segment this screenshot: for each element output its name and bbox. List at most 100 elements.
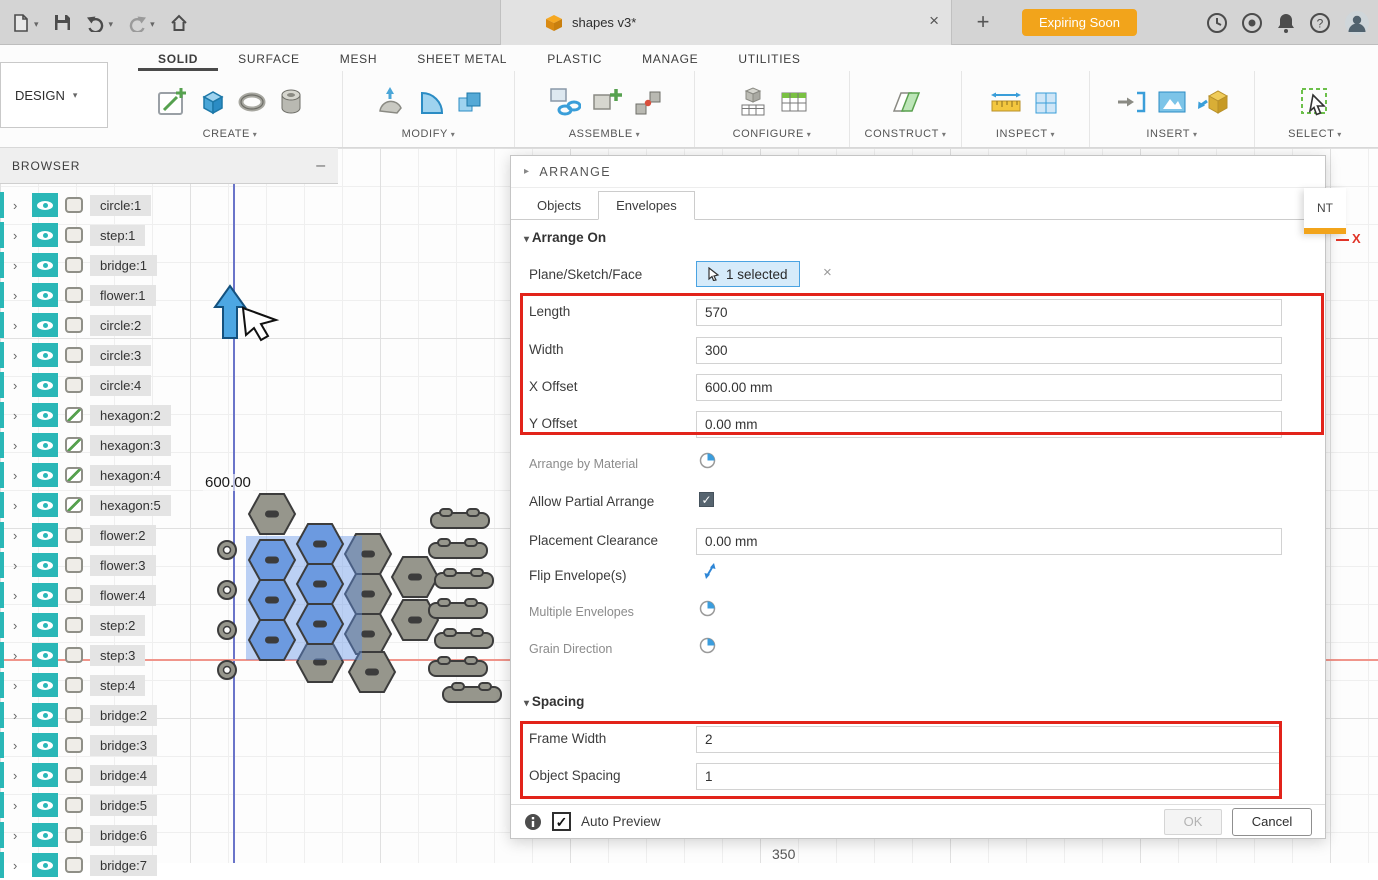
link-component-icon[interactable] <box>547 85 581 119</box>
expand-chevron-icon[interactable] <box>13 228 25 243</box>
browser-item[interactable]: bridge:6 <box>0 820 338 850</box>
expand-chevron-icon[interactable] <box>13 438 25 453</box>
insert-derive-icon[interactable] <box>1115 87 1147 117</box>
item-label[interactable]: circle:1 <box>90 194 152 216</box>
cancel-button[interactable]: Cancel <box>1232 807 1312 836</box>
plane-selected-button[interactable]: 1 selected <box>696 261 800 287</box>
item-label[interactable]: hexagon:3 <box>90 434 171 456</box>
clear-selection-icon[interactable]: × <box>823 264 832 281</box>
tab-sheet-metal[interactable]: SHEET METAL <box>397 48 527 71</box>
revolve-torus-icon[interactable] <box>237 87 267 117</box>
visibility-eye-icon[interactable] <box>32 613 58 637</box>
item-label[interactable]: bridge:7 <box>90 854 157 876</box>
browser-item[interactable]: circle:4 <box>0 370 338 400</box>
item-label[interactable]: hexagon:4 <box>90 464 171 486</box>
browser-item[interactable]: flower:3 <box>0 550 338 580</box>
item-label[interactable]: hexagon:2 <box>90 404 171 426</box>
expand-chevron-icon[interactable] <box>13 498 25 513</box>
visibility-eye-icon[interactable] <box>32 793 58 817</box>
tab-plastic[interactable]: PLASTIC <box>527 48 622 71</box>
expand-chevron-icon[interactable] <box>13 258 25 273</box>
item-label[interactable]: step:1 <box>90 224 146 246</box>
expand-chevron-icon[interactable] <box>13 648 25 663</box>
frame-width-input[interactable] <box>696 726 1282 753</box>
expand-chevron-icon[interactable] <box>13 618 25 633</box>
browser-item[interactable]: step:1 <box>0 220 338 250</box>
browser-item[interactable]: circle:2 <box>0 310 338 340</box>
visibility-eye-icon[interactable] <box>32 853 58 877</box>
item-label[interactable]: circle:3 <box>90 344 152 366</box>
tab-utilities[interactable]: UTILITIES <box>718 48 820 71</box>
job-status-icon[interactable] <box>1206 12 1228 34</box>
expand-chevron-icon[interactable] <box>13 468 25 483</box>
browser-item[interactable]: hexagon:3 <box>0 430 338 460</box>
tab-mesh[interactable]: MESH <box>320 48 397 71</box>
expand-chevron-icon[interactable] <box>13 828 25 843</box>
auto-preview-checkbox[interactable] <box>552 812 571 831</box>
expand-chevron-icon[interactable] <box>13 528 25 543</box>
fillet-icon[interactable] <box>416 87 446 117</box>
allow-partial-checkbox[interactable] <box>699 492 714 507</box>
visibility-eye-icon[interactable] <box>32 823 58 847</box>
browser-item[interactable]: hexagon:4 <box>0 460 338 490</box>
x-offset-input[interactable] <box>696 374 1282 401</box>
flip-envelope-icon[interactable] <box>702 562 718 580</box>
item-label[interactable]: flower:1 <box>90 284 156 306</box>
visibility-eye-icon[interactable] <box>32 583 58 607</box>
configuration-table-icon[interactable] <box>779 87 809 117</box>
expand-chevron-icon[interactable] <box>13 588 25 603</box>
item-label[interactable]: bridge:1 <box>90 254 157 276</box>
redo-button[interactable] <box>122 11 160 35</box>
design-workspace-selector[interactable]: DESIGN <box>0 62 108 128</box>
dialog-titlebar[interactable]: ARRANGE <box>511 156 1325 188</box>
new-tab-button[interactable]: + <box>970 8 996 36</box>
visibility-eye-icon[interactable] <box>32 373 58 397</box>
browser-item[interactable]: bridge:3 <box>0 730 338 760</box>
expand-chevron-icon[interactable] <box>13 738 25 753</box>
browser-item[interactable]: flower:1 <box>0 280 338 310</box>
visibility-eye-icon[interactable] <box>32 493 58 517</box>
item-label[interactable]: step:4 <box>90 674 146 696</box>
inspect-menu-label[interactable]: INSPECT <box>996 128 1055 140</box>
visibility-eye-icon[interactable] <box>32 673 58 697</box>
press-pull-icon[interactable] <box>373 85 407 119</box>
visibility-eye-icon[interactable] <box>32 763 58 787</box>
insert-mesh-icon[interactable] <box>1197 86 1229 118</box>
tab-solid[interactable]: SOLID <box>138 48 219 71</box>
expand-chevron-icon[interactable] <box>13 288 25 303</box>
expand-chevron-icon[interactable] <box>13 348 25 363</box>
cylinder-icon[interactable] <box>276 87 306 117</box>
visibility-eye-icon[interactable] <box>32 283 58 307</box>
browser-item[interactable]: flower:4 <box>0 580 338 610</box>
visibility-eye-icon[interactable] <box>32 343 58 367</box>
browser-item[interactable]: step:2 <box>0 610 338 640</box>
info-icon[interactable] <box>524 813 542 831</box>
create-sketch-icon[interactable] <box>155 85 189 119</box>
visibility-eye-icon[interactable] <box>32 523 58 547</box>
browser-item[interactable]: hexagon:2 <box>0 400 338 430</box>
expand-chevron-icon[interactable] <box>13 558 25 573</box>
configure-menu-label[interactable]: CONFIGURE <box>733 128 812 140</box>
visibility-eye-icon[interactable] <box>32 223 58 247</box>
section-analysis-icon[interactable] <box>1032 87 1062 117</box>
multiple-envelopes-toggle-icon[interactable] <box>699 600 716 617</box>
browser-collapse-button[interactable]: – <box>316 157 326 175</box>
extrude-box-icon[interactable] <box>198 87 228 117</box>
ok-button[interactable]: OK <box>1164 808 1222 835</box>
visibility-eye-icon[interactable] <box>32 193 58 217</box>
item-label[interactable]: flower:3 <box>90 554 156 576</box>
extensions-icon[interactable] <box>1241 12 1263 34</box>
browser-item[interactable]: circle:1 <box>0 190 338 220</box>
expand-chevron-icon[interactable] <box>13 408 25 423</box>
tab-envelopes[interactable]: Envelopes <box>598 191 695 220</box>
document-tab[interactable]: shapes v3* × <box>500 0 952 45</box>
length-input[interactable] <box>696 299 1282 326</box>
assemble-menu-label[interactable]: ASSEMBLE <box>569 128 641 140</box>
expand-chevron-icon[interactable] <box>13 768 25 783</box>
item-label[interactable]: circle:4 <box>90 374 152 396</box>
item-label[interactable]: circle:2 <box>90 314 152 336</box>
visibility-eye-icon[interactable] <box>32 643 58 667</box>
avatar[interactable] <box>1344 10 1370 36</box>
new-component-icon[interactable] <box>590 85 624 119</box>
home-button[interactable] <box>164 10 194 35</box>
